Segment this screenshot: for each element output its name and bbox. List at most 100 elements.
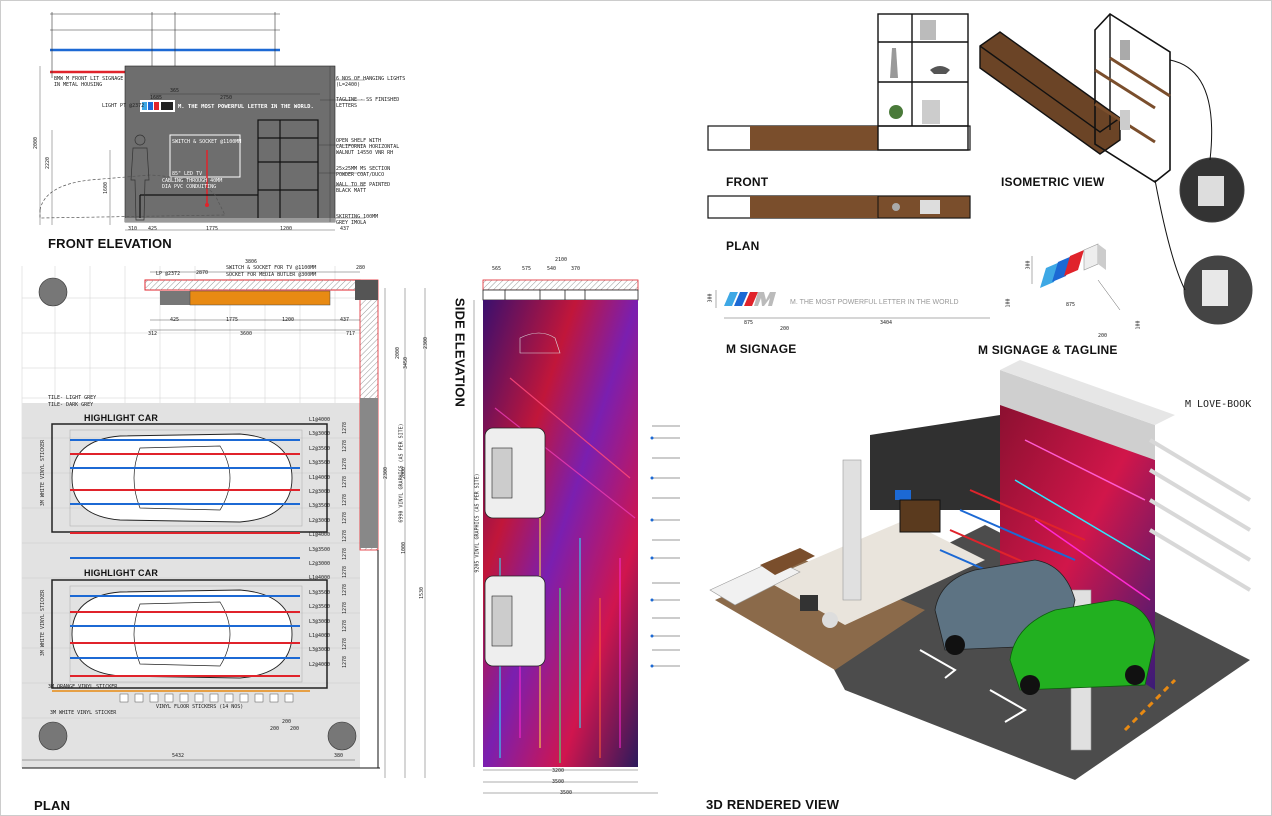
plan-light-label: L2@4000 (309, 661, 331, 668)
plan-light-label: L1@4000 (309, 417, 331, 423)
plan-white-sticker-v2: 3M WHITE VINYL STICKER (40, 589, 47, 657)
side-dim-bottom-1: 3500 (552, 779, 565, 785)
plan-note-socket-media: SOCKET FOR MEDIA BUTLER @300MM (226, 272, 317, 278)
title-side-elevation: SIDE ELEVATION (452, 297, 468, 408)
plan-ms-dim: 1278 (342, 565, 349, 579)
plan-white-sticker-v1: 3M WHITE VINYL STICKER (40, 439, 47, 507)
note-bmw-signage: BMW M FRONT LIT SIGNAGE IN METAL HOUSING (54, 76, 124, 88)
note-tagline: TAGLINE - SS FINISHED LETTERS (336, 97, 400, 109)
side-dim-top-0: 2100 (555, 257, 568, 263)
plan-dim-corner: 380 (334, 753, 344, 759)
plan-ms-dim: 1278 (342, 619, 349, 633)
plan-tile-light: TILE- LIGHT GREY (48, 395, 97, 401)
plan-ms-dim: 1278 (342, 511, 349, 525)
note-led-tv: 85" LED TV (172, 171, 203, 177)
plan-ms-dim: 1278 (342, 493, 349, 507)
sig-dim-h: 300 (707, 293, 714, 303)
plan-highlight-car-2: HIGHLIGHT CAR (84, 568, 159, 578)
plan-note-switch-tv: SWITCH & SOCKET FOR TV @1100MM (226, 265, 317, 271)
plan-dim-right-4: 1000 (401, 541, 408, 555)
plan-svg (21, 266, 426, 778)
front-elevation-svg (39, 12, 365, 231)
plan-dim-top-2: 280 (356, 265, 366, 271)
plan-dim-bottom: 5432 (172, 753, 185, 759)
plan-dim-right-5: 2000 (401, 466, 408, 480)
plan-dim-right-2: 2300 (423, 336, 430, 350)
sig-dim-w: 875 (744, 320, 754, 326)
plan-floor-stickers: VINYL FLOOR STICKERS (14 NOS) (156, 704, 244, 710)
dim-fe-left-2: 1600 (103, 181, 110, 195)
plan-ms-dim: 1278 (342, 457, 349, 471)
note-open-shelf: OPEN SHELF WITH CALIFORNIA HORIZONTAL WA… (336, 138, 400, 156)
plan-light-label: L2@3500 (309, 604, 331, 611)
side-dim-top-2: 575 (522, 266, 532, 272)
plan-dim-below-1: 3600 (240, 331, 253, 337)
plan-light-label: L1@4000 (309, 474, 331, 481)
title-m-signage: M SIGNAGE (726, 342, 797, 356)
note-ms-section: 25x25MM MS SECTION POWDER COAT/DUCO (336, 166, 391, 178)
plan-dim-below-0: 312 (148, 331, 158, 337)
plan-dim-right-6: 1530 (419, 586, 426, 600)
plan-light-label: L3@3500 (309, 503, 331, 510)
note-hanging-lights: 6 NOS OF HANGING LIGHTS (L=2400) (336, 76, 406, 88)
side-dim-top-3: 540 (547, 266, 557, 272)
title-rendered-view: 3D RENDERED VIEW (706, 797, 840, 812)
plan-light-label: L3@3500 (309, 460, 331, 467)
plan-dim-top-0: 3806 (245, 259, 258, 265)
m-love-book-label: M LOVE-BOOK (1185, 399, 1252, 410)
dim-fe-top-2: 2750 (220, 95, 233, 101)
plan-ms-dim: 1278 (342, 421, 349, 435)
note-skirting: SKIRTING 100MM GREY IMOLA (336, 214, 379, 226)
car-top-view-icon (71, 433, 293, 523)
plan-dim-shelf-3: 437 (340, 317, 350, 323)
plan-light-label: L1@4000 (309, 633, 331, 639)
title-isometric-view: ISOMETRIC VIEW (1001, 175, 1105, 189)
tagline-text: M. THE MOST POWERFUL LETTER IN THE WORLD… (178, 104, 314, 110)
dim-fe-bot-3: 1200 (280, 226, 293, 232)
plan-tile-dark: TILE- DARK GREY (48, 402, 94, 408)
plan-light-label: L2@3000 (309, 561, 331, 567)
plan-light-label: L3@3000 (309, 647, 331, 654)
dim-fe-left-1: 2220 (45, 156, 52, 170)
plan-ms-dim: 1278 (342, 475, 349, 489)
plan-light-label: L3@3000 (309, 618, 331, 625)
plan-ms-dim: 1278 (342, 601, 349, 615)
plan-dim-sticker-0: 200 (270, 726, 280, 732)
iso-sig-dim-w: 875 (1066, 302, 1076, 308)
plan-dim-top-1: 2870 (196, 270, 209, 276)
plan-dim-shelf-1: 1775 (226, 317, 239, 323)
plan-dim-sticker-2: 200 (290, 726, 300, 732)
dim-fe-bot-1: 425 (148, 226, 158, 232)
sig-dim-gap: 200 (780, 326, 790, 332)
side-vinyl-note: 9205 VINYL GRAPHICS (AS PER SITE) (474, 473, 481, 573)
plan-light-label: L1@4000 (309, 532, 331, 539)
side-dim-top-1: 565 (492, 266, 502, 272)
note-light-pt: LIGHT PT @2372 (102, 103, 145, 109)
dim-fe-top-0: 365 (170, 88, 180, 94)
plan-ms-dim: 1278 (342, 583, 349, 597)
dim-fe-bot-0: 310 (128, 226, 138, 232)
iso-sig-dim-h: 300 (1025, 260, 1032, 270)
plan-light-label: L3@3000 (309, 431, 331, 438)
dim-fe-left-0: 2000 (33, 136, 40, 150)
plan-ms-dim: 1278 (342, 637, 349, 651)
plan-light-label: L2@3000 (309, 517, 331, 524)
sig-dim-tagline-w: 3404 (880, 320, 893, 326)
dim-fe-bot-2: 1775 (206, 226, 219, 232)
render-svg (705, 360, 1252, 800)
dim-fe-top-1: 1685 (150, 95, 163, 101)
plan-orange-sticker: 3M ORANGE VINYL STICKER (48, 684, 118, 690)
note-switch-socket: SWITCH & SOCKET @1100MM (172, 139, 242, 145)
plan-ms-dim: 1278 (342, 439, 349, 453)
iso-sig-dim-d: 200 (1098, 333, 1108, 339)
plan-ms-dim: 1278 (342, 547, 349, 561)
note-cabling: CABLING THROUGH 40MM DIA PVC CONDUITING (162, 178, 223, 190)
title-shelf-plan: PLAN (726, 239, 760, 253)
plan-ms-dim: 1278 (342, 529, 349, 543)
sig-dim-tagline-h: 100 (1005, 298, 1012, 308)
plan-light-label: L3@3500 (309, 589, 331, 596)
plan-ms-dim: 1278 (342, 655, 349, 669)
note-wall-paint: WALL TO BE PAINTED BLACK MATT (336, 182, 391, 194)
plan-light-label: L2@3500 (309, 445, 331, 452)
iso-sig-dim-t: 100 (1135, 320, 1142, 330)
